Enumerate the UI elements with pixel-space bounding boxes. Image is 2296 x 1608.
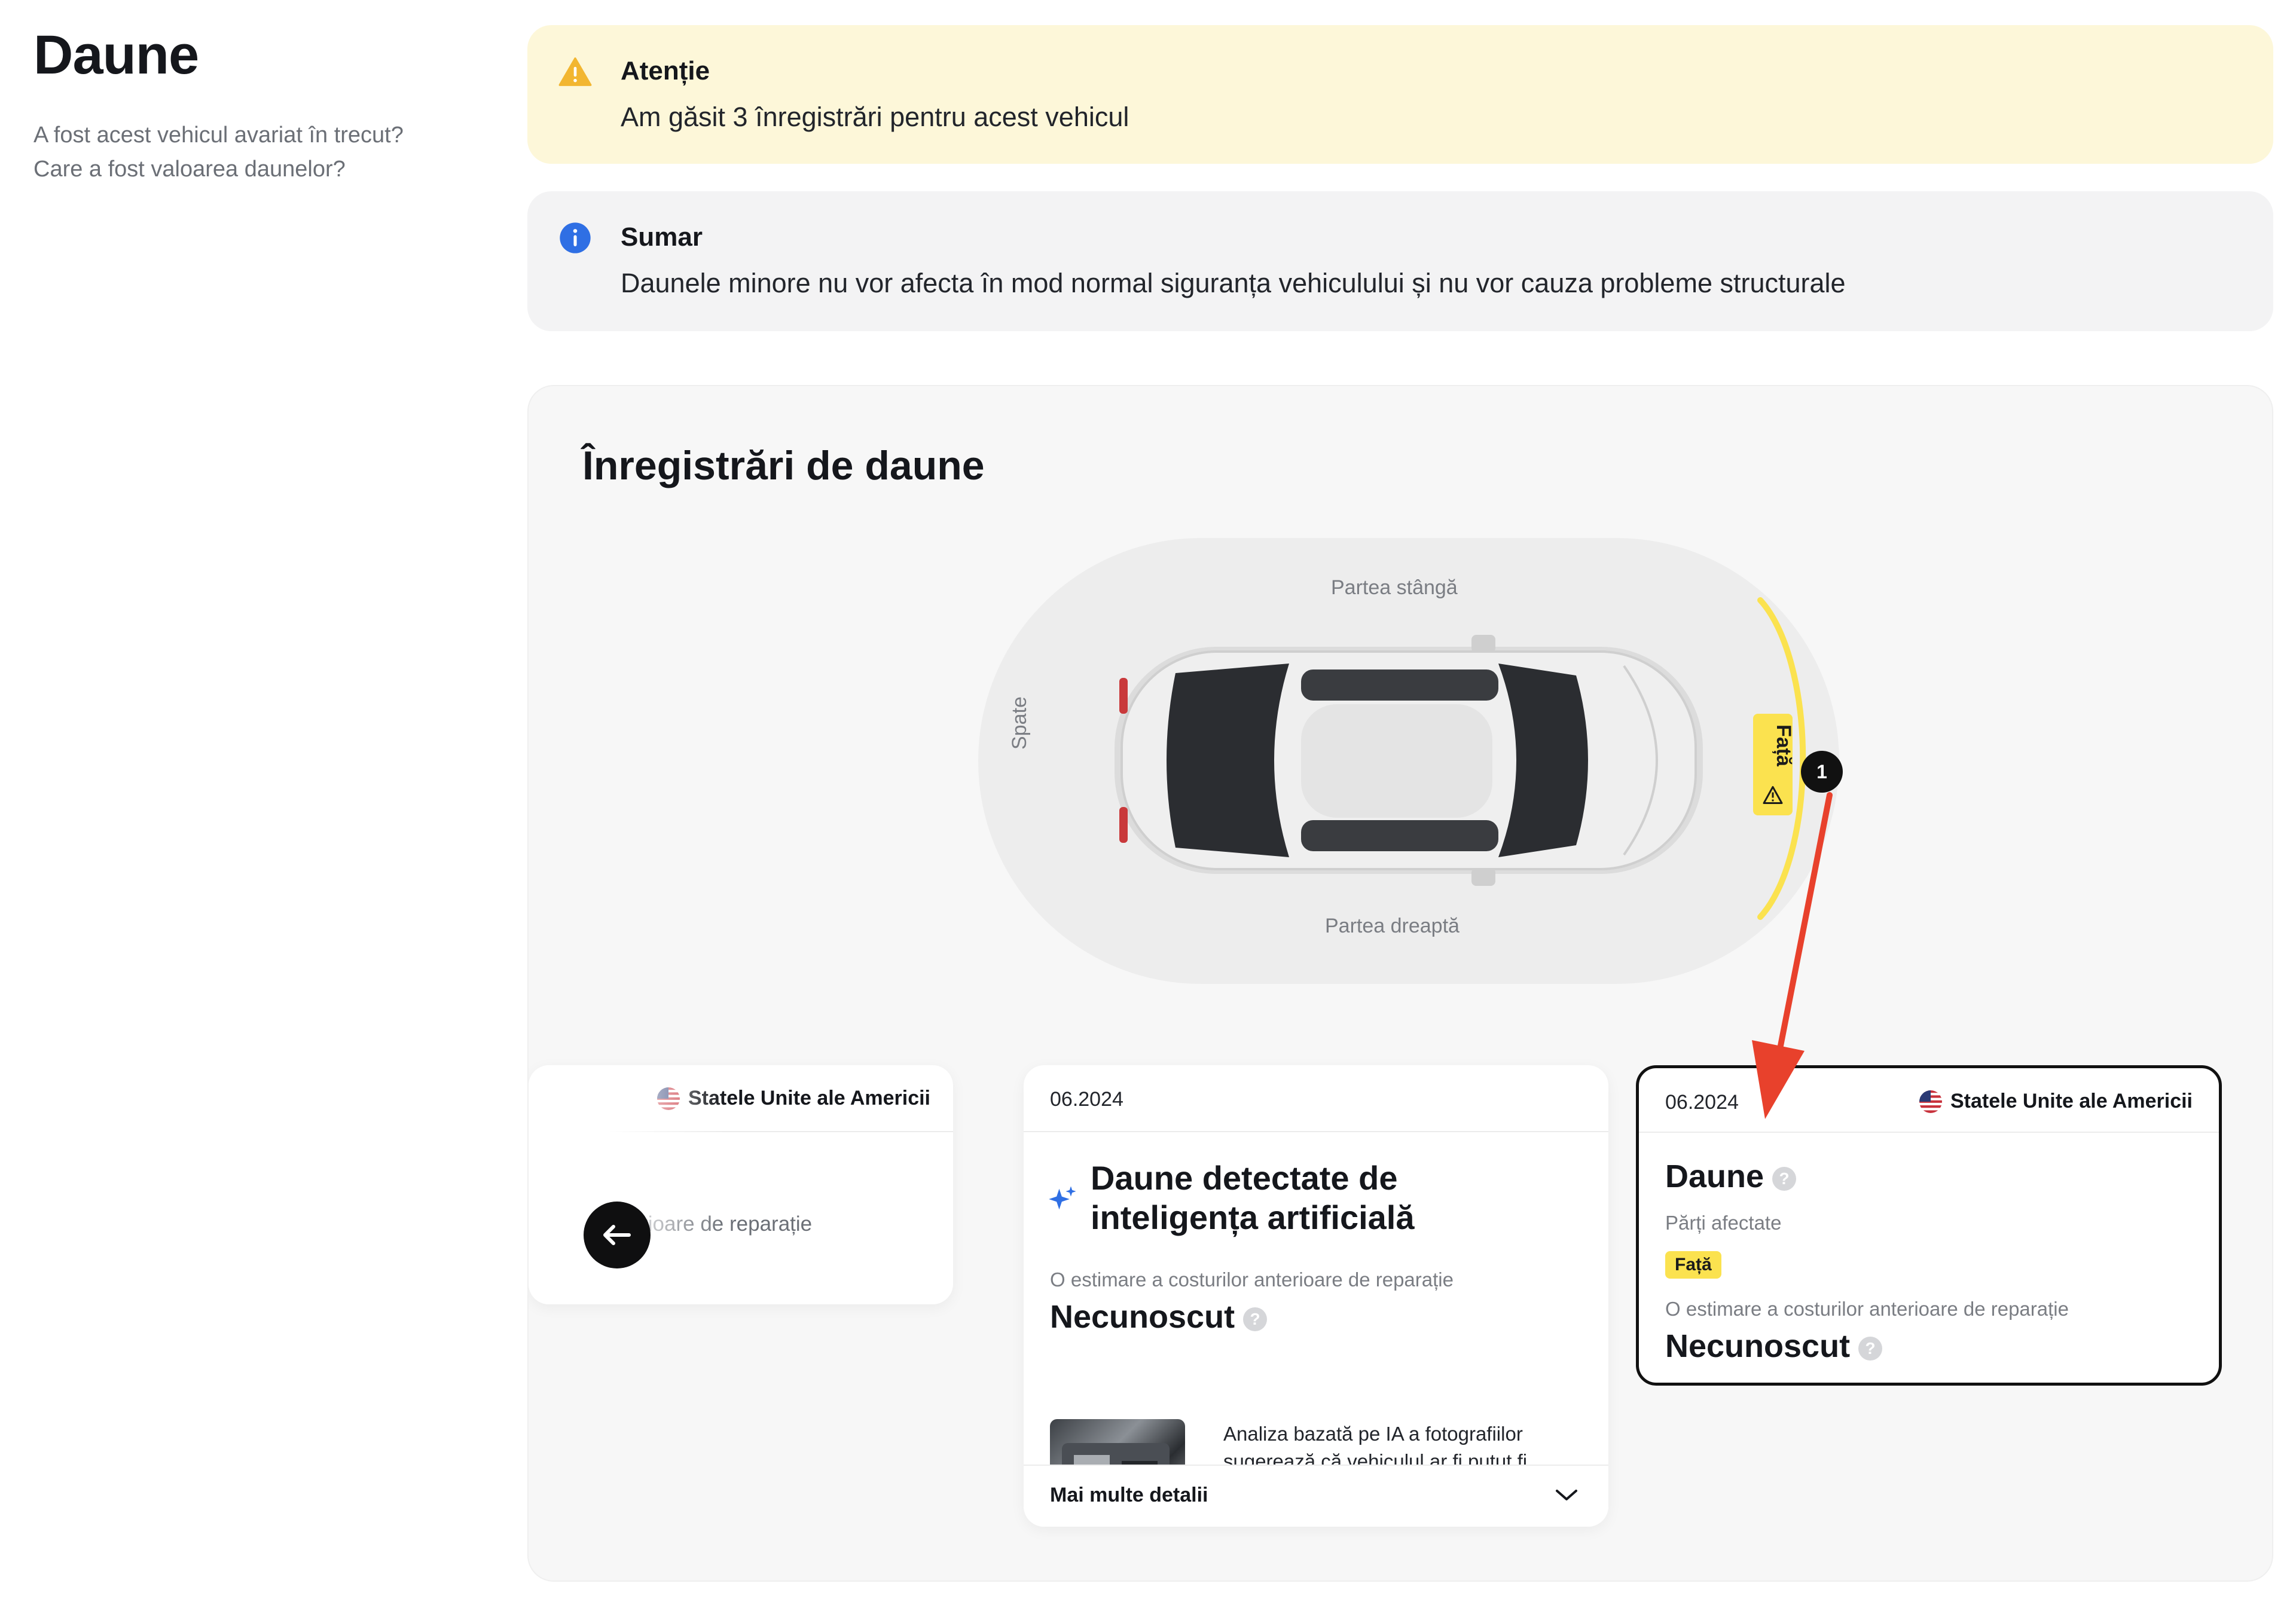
card-header: 06.2024 Statele Unite ale Americii <box>1639 1068 2219 1133</box>
damage-record-card-2[interactable]: 06.2024 Daune detectate de inteligența a… <box>1024 1065 1608 1527</box>
scroll-fade <box>529 1065 726 1304</box>
damage-records-panel: Înregistrări de daune Partea stângă Part… <box>527 385 2273 1582</box>
summary-text: Daunele minore nu vor afecta în mod norm… <box>621 268 1846 298</box>
subtitle-line-2: Care a fost valoarea daunelor? <box>33 157 346 182</box>
info-icon <box>560 222 591 253</box>
affected-parts-label: Părți afectate <box>1665 1212 1782 1234</box>
warning-text: Am găsit 3 înregistrări pentru acest veh… <box>621 102 1129 132</box>
estimate-value-text: Necunoscut <box>1050 1299 1235 1335</box>
estimate-label: O estimare a costurilor anterioare de re… <box>1665 1298 2069 1320</box>
warning-title: Atenție <box>621 56 710 85</box>
label-rear: Spate <box>1008 696 1031 750</box>
help-icon[interactable]: ? <box>1772 1166 1797 1191</box>
estimate-value: Necunoscut? <box>1665 1328 1883 1365</box>
country: Statele Unite ale Americii <box>1919 1090 2193 1113</box>
summary-alert: Sumar Daunele minore nu vor afecta în mo… <box>527 191 2273 331</box>
label-right-side: Partea dreaptă <box>1325 915 1460 937</box>
label-left-side: Partea stângă <box>1331 576 1458 599</box>
damage-record-card-1[interactable]: Statele Unite ale Americii anterioare de… <box>529 1065 953 1304</box>
us-flag-icon <box>1919 1090 1942 1113</box>
car-damage-diagram: Partea stângă Partea dreaptă Spate Față … <box>978 534 1875 991</box>
page-subtitle: A fost acest vehicul avariat în trecut? … <box>33 118 464 187</box>
ai-damage-title: Daune detectate de inteligența artificia… <box>1091 1159 1415 1236</box>
affected-part-badge: Față <box>1665 1251 1721 1279</box>
sparkle-ai-icon <box>1049 1186 1076 1210</box>
subtitle-line-1: A fost acest vehicul avariat în trecut? <box>33 123 404 148</box>
help-icon[interactable]: ? <box>1858 1336 1883 1361</box>
help-icon[interactable]: ? <box>1243 1307 1268 1331</box>
section-title: Înregistrări de daune <box>582 443 985 488</box>
country-name: Statele Unite ale Americii <box>1950 1090 2193 1112</box>
record-date: 06.2024 <box>1665 1091 1739 1114</box>
more-details-toggle[interactable]: Mai multe detalii <box>1024 1465 1608 1527</box>
summary-title: Sumar <box>621 222 703 252</box>
page-title: Daune <box>33 25 199 85</box>
record-date: 06.2024 <box>1050 1088 1123 1111</box>
estimate-value-text: Necunoscut <box>1665 1328 1851 1364</box>
warning-outline-icon <box>1763 786 1783 804</box>
car-top-view <box>1115 635 1703 886</box>
damage-record-card-3-selected[interactable]: 06.2024 Statele Unite ale Americii Daune… <box>1636 1065 2222 1386</box>
chevron-down-icon <box>1556 1490 1577 1500</box>
arrow-left-icon <box>603 1225 631 1245</box>
estimate-value: Necunoscut? <box>1050 1298 1268 1335</box>
warning-alert: Atenție Am găsit 3 înregistrări pentru a… <box>527 25 2273 164</box>
previous-arrow-button[interactable] <box>584 1202 651 1268</box>
warning-icon <box>558 57 592 86</box>
record-title-text: Daune <box>1665 1158 1764 1194</box>
front-damage-tag[interactable]: Față <box>1753 714 1795 815</box>
more-details-label: Mai multe detalii <box>1050 1484 1208 1506</box>
estimate-label: O estimare a costurilor anterioare de re… <box>1050 1268 1454 1291</box>
front-tag-label: Față <box>1772 724 1795 766</box>
damage-count-marker[interactable]: 1 <box>1801 751 1843 793</box>
card-header: 06.2024 <box>1024 1065 1608 1132</box>
record-title: Daune? <box>1665 1158 1797 1195</box>
